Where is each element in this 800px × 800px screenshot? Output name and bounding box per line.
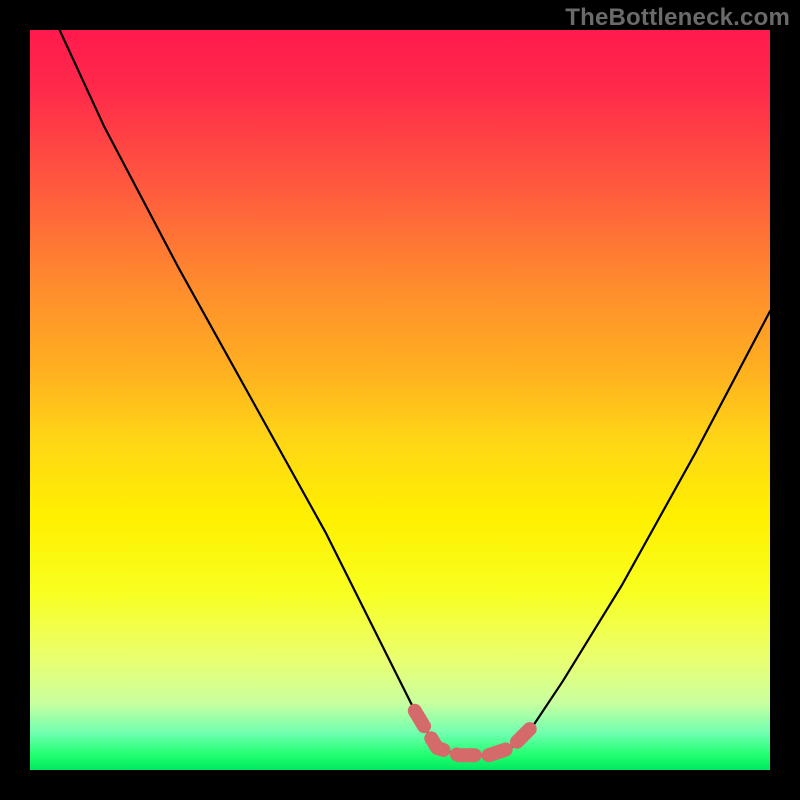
chart-frame: TheBottleneck.com	[0, 0, 800, 800]
highlight-segment	[415, 711, 533, 755]
chart-svg	[30, 30, 770, 770]
watermark-text: TheBottleneck.com	[565, 4, 790, 32]
bottleneck-curve	[60, 30, 770, 755]
